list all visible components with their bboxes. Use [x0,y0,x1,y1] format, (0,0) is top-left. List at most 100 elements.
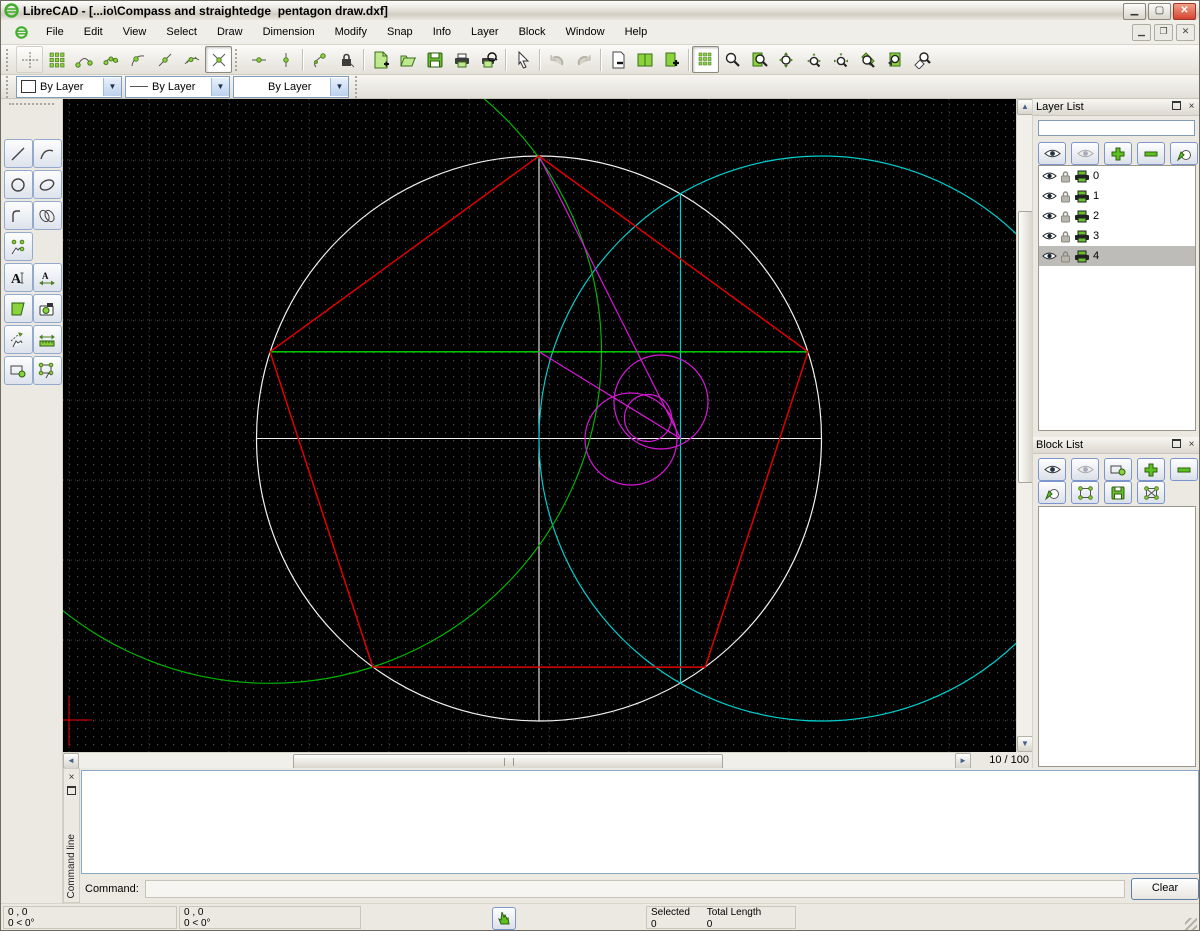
select-pointer-button[interactable] [509,46,536,73]
linetype-combobox[interactable]: By Layer ▼ [125,76,230,98]
palette-grip[interactable] [9,103,54,111]
width-combobox[interactable]: By Layer ▼ [233,76,349,98]
remove-block-button[interactable] [1170,458,1198,481]
mdi-restore-button[interactable]: ❐ [1154,24,1173,41]
menu-modify[interactable]: Modify [325,23,377,41]
vertical-scrollbar[interactable]: ▲ ▼ [1016,99,1032,752]
scroll-left-button[interactable]: ◄ [63,753,79,769]
maximize-button[interactable]: ▢ [1148,3,1171,20]
close-button[interactable]: ✕ [1173,3,1196,20]
hatch-tool-button[interactable] [4,294,33,323]
menu-window[interactable]: Window [555,23,614,41]
arc-tool-button[interactable] [33,139,62,168]
layer-visible-icon[interactable] [1042,170,1057,182]
zoom-window-button[interactable] [746,46,773,73]
window-list-button[interactable] [631,46,658,73]
snap-intersection-button[interactable] [205,46,232,73]
create-block-button[interactable] [1104,458,1132,481]
float-panel-icon[interactable] [1169,100,1184,114]
snap-grid-button[interactable] [43,46,70,73]
layer-lock-icon[interactable] [1060,250,1071,263]
close-panel-icon[interactable]: × [64,771,79,785]
add-layer-button[interactable] [1104,142,1132,165]
layer-print-icon[interactable] [1074,250,1090,263]
zoom-out-directional-button[interactable] [827,46,854,73]
layer-print-icon[interactable] [1074,230,1090,243]
close-panel-icon[interactable]: × [1184,438,1199,452]
points-tool-button[interactable] [4,232,33,261]
snap-center-button[interactable] [124,46,151,73]
layer-row[interactable]: 3 [1039,226,1195,246]
horizontal-scroll-thumb[interactable] [293,754,723,769]
image-tool-button[interactable] [33,294,62,323]
close-drawing-button[interactable] [604,46,631,73]
layer-print-icon[interactable] [1074,190,1090,203]
grid-toggle-button[interactable] [692,46,719,73]
menu-view[interactable]: View [113,23,157,41]
layer-print-icon[interactable] [1074,170,1090,183]
layer-visible-icon[interactable] [1042,230,1057,242]
layer-row[interactable]: 2 [1039,206,1195,226]
add-block-button[interactable] [1137,458,1165,481]
close-panel-icon[interactable]: × [1184,100,1199,114]
layer-print-icon[interactable] [1074,210,1090,223]
show-all-layers-button[interactable] [1038,142,1066,165]
new-window-button[interactable] [658,46,685,73]
chevron-down-icon[interactable]: ▼ [211,78,229,96]
toolbar-grip[interactable] [235,49,242,71]
horizontal-scrollbar[interactable]: ◄ ► [63,752,971,768]
zoom-in-button[interactable] [719,46,746,73]
line-tool-button[interactable] [4,139,33,168]
float-panel-icon[interactable] [64,785,79,799]
layer-lock-icon[interactable] [1060,230,1071,243]
layer-lock-icon[interactable] [1060,190,1071,203]
layer-visible-icon[interactable] [1042,210,1057,222]
lock-relative-zero-button[interactable] [333,46,360,73]
insert-block-button[interactable] [1137,481,1165,504]
resize-grip[interactable] [1185,918,1197,930]
ellipse-tool-button[interactable] [33,170,62,199]
menu-help[interactable]: Help [615,23,658,41]
snap-endpoint-button[interactable] [70,46,97,73]
save-drawing-button[interactable] [421,46,448,73]
hide-all-blocks-button[interactable] [1071,458,1099,481]
print-preview-button[interactable] [475,46,502,73]
free-snap-button[interactable] [16,46,43,73]
layer-visible-icon[interactable] [1042,250,1057,262]
dimension-tool-button[interactable]: A [33,263,62,292]
mdi-close-button[interactable]: ✕ [1176,24,1195,41]
redo-button[interactable] [570,46,597,73]
redraw-button[interactable] [908,46,935,73]
layer-row[interactable]: 0 [1039,166,1195,186]
color-combobox[interactable]: By Layer ▼ [16,76,122,98]
snap-on-entity-button[interactable] [97,46,124,73]
menu-file[interactable]: File [36,23,74,41]
show-all-blocks-button[interactable] [1038,458,1066,481]
block-tool-button[interactable] [4,356,33,385]
remove-layer-button[interactable] [1137,142,1165,165]
drawing-canvas[interactable] [63,99,1016,752]
print-button[interactable] [448,46,475,73]
measure-tool-button[interactable] [33,325,62,354]
spline-tool-button[interactable] [33,201,62,230]
text-tool-button[interactable]: A [4,263,33,292]
scroll-right-button[interactable]: ► [955,753,971,769]
hide-all-layers-button[interactable] [1071,142,1099,165]
explode-tool-button[interactable] [33,356,62,385]
menu-info[interactable]: Info [423,23,461,41]
open-drawing-button[interactable] [394,46,421,73]
snap-distance-button[interactable] [178,46,205,73]
clear-button[interactable]: Clear [1131,878,1199,900]
restrict-vertical-button[interactable] [272,46,299,73]
toolbar-grip[interactable] [6,49,13,71]
layer-lock-icon[interactable] [1060,210,1071,223]
menu-edit[interactable]: Edit [74,23,113,41]
layer-lock-icon[interactable] [1060,170,1071,183]
menu-snap[interactable]: Snap [377,23,423,41]
mdi-minimize-button[interactable]: ▁ [1132,24,1151,41]
layer-filter-input[interactable] [1038,120,1195,136]
scroll-up-button[interactable]: ▲ [1017,99,1033,115]
restrict-horizontal-button[interactable] [245,46,272,73]
action-pointer-button[interactable] [492,907,516,930]
minimize-button[interactable]: ▁ [1123,3,1146,20]
